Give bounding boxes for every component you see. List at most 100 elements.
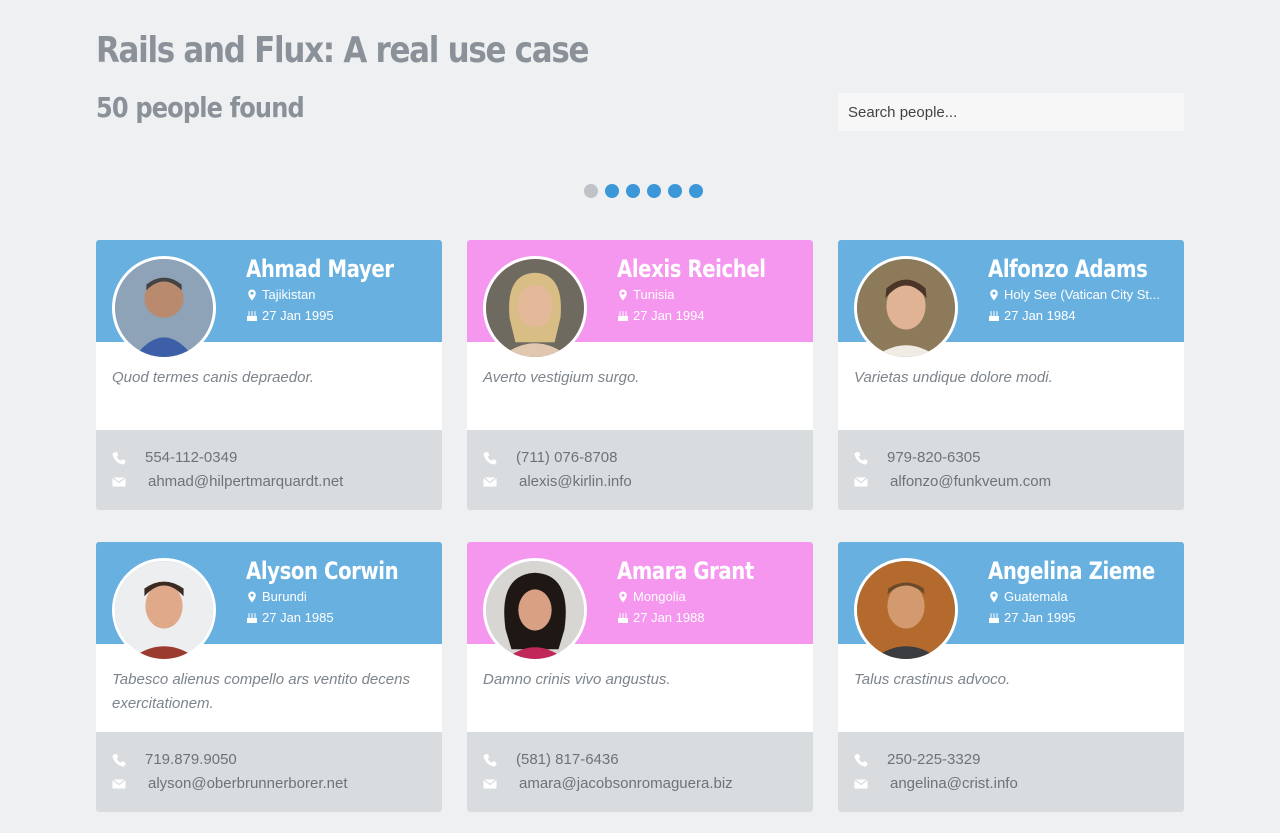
page-dot-2[interactable]	[605, 184, 619, 198]
person-location: Burundi	[246, 589, 307, 604]
phone-number[interactable]: 979-820-6305	[887, 449, 980, 466]
person-name: Alyson Corwin	[246, 557, 399, 585]
card-footer: 554-112-0349 ahmad@hilpertmarquardt.net	[96, 430, 442, 510]
page-dot-6[interactable]	[689, 184, 703, 198]
page-dot-3[interactable]	[626, 184, 640, 198]
location-text: Tunisia	[633, 287, 675, 302]
person-quote: Talus crastinus advoco.	[854, 671, 1011, 688]
person-card: Amara Grant Mongolia 27 Jan 1988 Damno c…	[467, 542, 813, 812]
envelope-icon	[854, 476, 868, 486]
map-marker-icon	[619, 591, 627, 602]
birthday-cake-icon	[247, 612, 257, 623]
page-dot-5[interactable]	[668, 184, 682, 198]
phone-icon	[112, 451, 126, 464]
card-footer: 979-820-6305 alfonzo@funkveum.com	[838, 430, 1184, 510]
avatar	[112, 256, 216, 360]
birthday-text: 27 Jan 1988	[633, 610, 705, 625]
email-link[interactable]: alfonzo@funkveum.com	[890, 473, 1051, 490]
email-link[interactable]: ahmad@hilpertmarquardt.net	[148, 473, 343, 490]
phone-row: 250-225-3329	[854, 751, 980, 768]
person-name: Amara Grant	[617, 557, 754, 585]
page-dot-1[interactable]	[584, 184, 598, 198]
email-link[interactable]: alexis@kirlin.info	[519, 473, 632, 490]
birthday-cake-icon	[989, 310, 999, 321]
person-birthday: 27 Jan 1995	[246, 308, 334, 323]
map-marker-icon	[990, 289, 998, 300]
card-footer: (581) 817-6436 amara@jacobsonromaguera.b…	[467, 732, 813, 812]
person-location: Mongolia	[617, 589, 686, 604]
phone-number[interactable]: 719.879.9050	[145, 751, 237, 768]
email-link[interactable]: alyson@oberbrunnerborer.net	[148, 775, 348, 792]
person-card: Angelina Zieme Guatemala 27 Jan 1995 Tal…	[838, 542, 1184, 812]
person-card: Alyson Corwin Burundi 27 Jan 1985 Tabesc…	[96, 542, 442, 812]
person-quote: Quod termes canis depraedor.	[112, 369, 315, 386]
birthday-cake-icon	[618, 310, 628, 321]
person-quote: Averto vestigium surgo.	[483, 369, 640, 386]
person-quote: Tabesco alienus compello ars ventito dec…	[112, 671, 410, 712]
person-birthday: 27 Jan 1995	[988, 610, 1076, 625]
location-text: Mongolia	[633, 589, 686, 604]
person-location: Holy See (Vatican City St...	[988, 287, 1160, 302]
location-text: Burundi	[262, 589, 307, 604]
search-input[interactable]	[838, 93, 1184, 131]
birthday-cake-icon	[618, 612, 628, 623]
person-location: Guatemala	[988, 589, 1068, 604]
phone-number[interactable]: (581) 817-6436	[516, 751, 619, 768]
phone-row: 979-820-6305	[854, 449, 980, 466]
email-link[interactable]: amara@jacobsonromaguera.biz	[519, 775, 733, 792]
phone-number[interactable]: 554-112-0349	[145, 449, 237, 466]
card-header: Alexis Reichel Tunisia 27 Jan 1994	[467, 240, 813, 360]
card-header: Alfonzo Adams Holy See (Vatican City St.…	[838, 240, 1184, 360]
birthday-text: 27 Jan 1995	[1004, 610, 1076, 625]
birthday-text: 27 Jan 1995	[262, 308, 334, 323]
avatar	[854, 558, 958, 662]
page-dot-4[interactable]	[647, 184, 661, 198]
email-row: angelina@crist.info	[854, 775, 1018, 792]
birthday-text: 27 Jan 1985	[262, 610, 334, 625]
person-birthday: 27 Jan 1985	[246, 610, 334, 625]
phone-row: (581) 817-6436	[483, 751, 619, 768]
birthday-text: 27 Jan 1984	[1004, 308, 1076, 323]
person-card: Alfonzo Adams Holy See (Vatican City St.…	[838, 240, 1184, 510]
envelope-icon	[854, 778, 868, 788]
location-text: Tajikistan	[262, 287, 316, 302]
phone-number[interactable]: (711) 076-8708	[516, 449, 617, 466]
phone-icon	[483, 753, 497, 766]
email-row: amara@jacobsonromaguera.biz	[483, 775, 733, 792]
email-row: alexis@kirlin.info	[483, 473, 632, 490]
avatar	[854, 256, 958, 360]
card-header: Angelina Zieme Guatemala 27 Jan 1995	[838, 542, 1184, 662]
phone-icon	[854, 451, 868, 464]
person-name: Ahmad Mayer	[246, 255, 394, 283]
phone-number[interactable]: 250-225-3329	[887, 751, 980, 768]
person-name: Angelina Zieme	[988, 557, 1155, 585]
email-row: ahmad@hilpertmarquardt.net	[112, 473, 343, 490]
birthday-text: 27 Jan 1994	[633, 308, 705, 323]
map-marker-icon	[248, 289, 256, 300]
location-text: Guatemala	[1004, 589, 1068, 604]
envelope-icon	[112, 778, 126, 788]
email-link[interactable]: angelina@crist.info	[890, 775, 1018, 792]
card-footer: 719.879.9050 alyson@oberbrunnerborer.net	[96, 732, 442, 812]
email-row: alfonzo@funkveum.com	[854, 473, 1051, 490]
person-card: Alexis Reichel Tunisia 27 Jan 1994 Avert…	[467, 240, 813, 510]
person-quote: Damno crinis vivo angustus.	[483, 671, 671, 688]
person-location: Tajikistan	[246, 287, 315, 302]
card-footer: (711) 076-8708 alexis@kirlin.info	[467, 430, 813, 510]
person-birthday: 27 Jan 1984	[988, 308, 1076, 323]
phone-row: 554-112-0349	[112, 449, 237, 466]
results-count: 50 people found	[96, 91, 305, 124]
card-footer: 250-225-3329 angelina@crist.info	[838, 732, 1184, 812]
email-row: alyson@oberbrunnerborer.net	[112, 775, 348, 792]
card-header: Amara Grant Mongolia 27 Jan 1988	[467, 542, 813, 662]
person-quote: Varietas undique dolore modi.	[854, 369, 1053, 386]
person-location: Tunisia	[617, 287, 674, 302]
card-header: Alyson Corwin Burundi 27 Jan 1985	[96, 542, 442, 662]
envelope-icon	[483, 476, 497, 486]
person-birthday: 27 Jan 1988	[617, 610, 705, 625]
page-title: Rails and Flux: A real use case	[96, 30, 589, 71]
pagination	[584, 184, 703, 198]
avatar	[112, 558, 216, 662]
person-card: Ahmad Mayer Tajikistan 27 Jan 1995 Quod …	[96, 240, 442, 510]
birthday-cake-icon	[989, 612, 999, 623]
